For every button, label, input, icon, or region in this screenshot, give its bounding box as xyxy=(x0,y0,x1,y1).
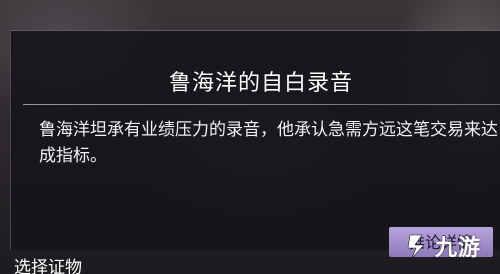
card-description: 鲁海洋坦承有业绩压力的录音，他承认急需方远这笔交易来达成指标。 xyxy=(39,120,498,166)
watermark-text: 九游 xyxy=(435,236,482,261)
title-divider xyxy=(23,104,500,105)
card-title: 鲁海洋的自白录音 xyxy=(168,71,353,96)
watermark: 九游 xyxy=(402,228,481,264)
evidence-card: 鲁海洋的自白录音 鲁海洋坦承有业绩压力的录音，他承认急需方远这笔交易来达成指标。… xyxy=(10,30,500,257)
select-evidence-label: 选择证物 xyxy=(14,258,82,274)
jiuyou-logo-icon xyxy=(407,234,425,259)
